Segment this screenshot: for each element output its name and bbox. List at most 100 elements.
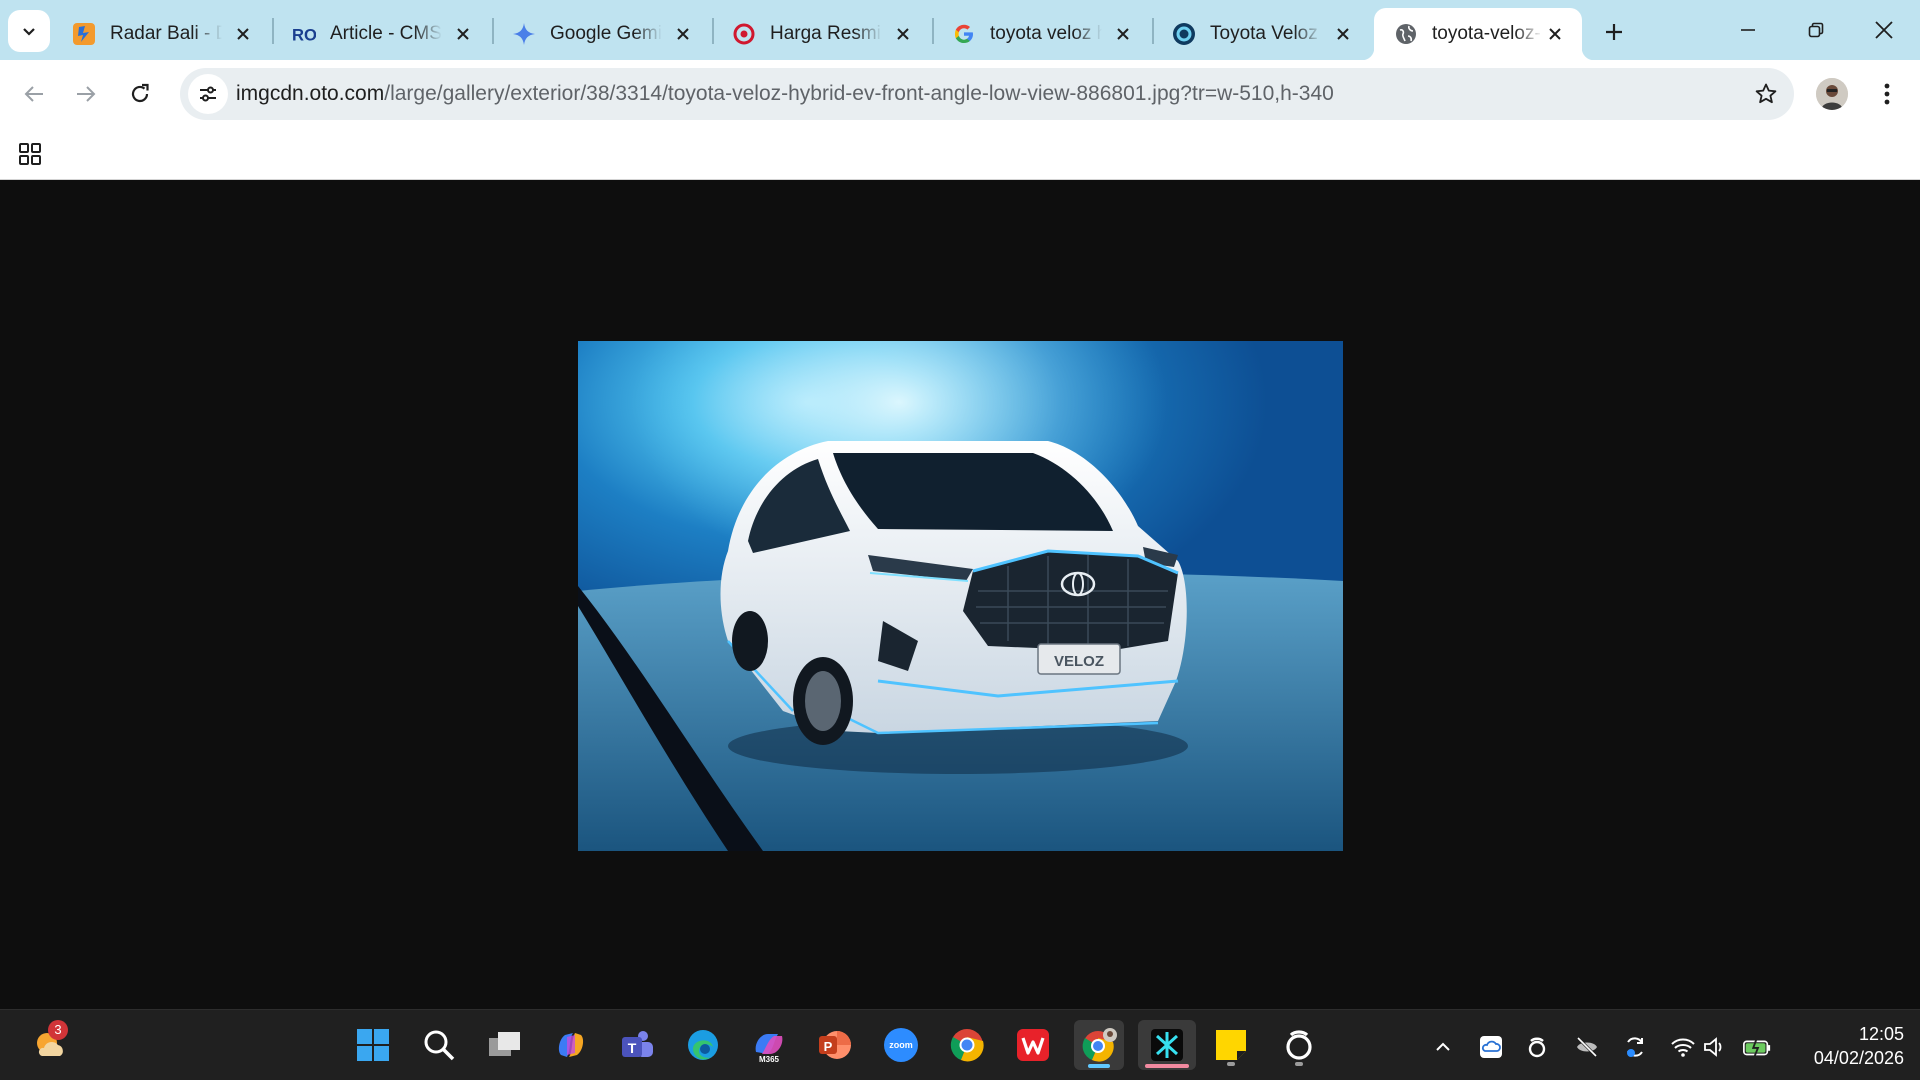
browser-toolbar: imgcdn.oto.com/large/gallery/exterior/38… <box>0 60 1920 128</box>
sync-icon <box>1627 1037 1643 1057</box>
tab-title: toyota veloz h <box>990 23 1102 44</box>
zoom-button[interactable]: zoom <box>878 1022 924 1068</box>
arrow-right-icon <box>77 86 96 102</box>
tab-title: Article - CMS R <box>330 23 442 44</box>
battery-charging-icon <box>1743 1037 1771 1058</box>
teams-icon: T <box>622 1031 653 1057</box>
edge-button[interactable] <box>680 1022 726 1068</box>
tab-title: Harga Resmi V <box>770 23 882 44</box>
sync-tray[interactable] <box>1620 1032 1650 1062</box>
svg-text:T: T <box>628 1040 637 1056</box>
copilot-tray[interactable] <box>1522 1032 1552 1062</box>
close-icon[interactable] <box>670 21 696 47</box>
minimize-button[interactable] <box>1718 6 1778 54</box>
search-icon <box>424 1030 455 1061</box>
teams-button[interactable]: T <box>614 1022 660 1068</box>
m365-button[interactable]: M365 <box>746 1022 792 1068</box>
car-photo[interactable]: VELOZ <box>578 341 1343 851</box>
profile-avatar[interactable] <box>1816 78 1848 110</box>
close-window-button[interactable] <box>1854 6 1914 54</box>
volume-tray[interactable] <box>1700 1032 1730 1062</box>
google-icon <box>952 22 976 46</box>
toyota-veloz-illustration: VELOZ <box>578 341 1343 851</box>
copilot-button[interactable] <box>548 1022 594 1068</box>
back-button[interactable] <box>14 74 54 114</box>
system-clock[interactable]: 12:05 04/02/2026 <box>1784 1022 1904 1070</box>
notification-badge: 3 <box>48 1020 68 1040</box>
close-icon[interactable] <box>890 21 916 47</box>
wifi-icon <box>1671 1038 1695 1057</box>
tab-title: toyota-veloz-h <box>1432 23 1543 44</box>
search-button[interactable] <box>416 1022 462 1068</box>
visibility-tray[interactable] <box>1572 1032 1602 1062</box>
close-icon <box>1875 21 1893 39</box>
close-icon[interactable] <box>1542 21 1568 47</box>
active-indicator <box>1088 1064 1110 1068</box>
forward-button[interactable] <box>66 74 106 114</box>
radar-bali-icon <box>72 22 96 46</box>
tab-strip: Radar Bali - Da RO Article - CMS R Googl… <box>0 0 1920 60</box>
browser-menu-button[interactable] <box>1872 74 1902 114</box>
start-button[interactable] <box>350 1022 396 1068</box>
weather-widget[interactable]: 3 <box>26 1020 72 1068</box>
tab-harga-resmi[interactable]: Harga Resmi V <box>712 8 930 60</box>
tab-radar-bali[interactable]: Radar Bali - Da <box>52 8 270 60</box>
address-bar[interactable]: imgcdn.oto.com/large/gallery/exterior/38… <box>180 68 1794 120</box>
task-view-button[interactable] <box>482 1022 528 1068</box>
copilot-tray-icon <box>1528 1037 1546 1058</box>
tab-google-gemini[interactable]: Google Gemini <box>492 8 710 60</box>
copilot-app-button[interactable] <box>1276 1022 1322 1068</box>
powerpoint-button[interactable]: P <box>812 1022 858 1068</box>
new-tab-button[interactable] <box>1596 14 1632 50</box>
plate-text: VELOZ <box>1054 653 1104 670</box>
powerpoint-icon: P <box>819 1031 851 1059</box>
tab-title: Toyota Veloz H <box>1210 23 1322 44</box>
chrome-button[interactable] <box>944 1022 990 1068</box>
tab-search-button[interactable] <box>8 10 50 52</box>
wifi-tray[interactable] <box>1668 1032 1698 1062</box>
chrome-icon <box>950 1029 984 1062</box>
tab-toyota-veloz-image[interactable]: toyota-veloz-h <box>1362 8 1594 60</box>
minimize-icon <box>1741 29 1755 31</box>
gemini-icon <box>512 22 536 46</box>
reload-button[interactable] <box>120 74 160 114</box>
onedrive-tray[interactable] <box>1476 1032 1506 1062</box>
zoom-label: zoom <box>889 1040 913 1050</box>
apps-button[interactable] <box>14 138 46 170</box>
oto-icon <box>1172 22 1196 46</box>
capcut-button[interactable] <box>1138 1020 1196 1070</box>
tab-google-search[interactable]: toyota veloz h <box>932 8 1150 60</box>
tab-title: Google Gemini <box>550 23 662 44</box>
tab-toyota-veloz[interactable]: Toyota Veloz H <box>1152 8 1370 60</box>
svg-text:P: P <box>824 1039 833 1054</box>
bookmark-star-button[interactable] <box>1752 80 1780 108</box>
clock-time: 12:05 <box>1858 1024 1904 1044</box>
chrome-profile-button[interactable] <box>1074 1020 1124 1070</box>
bookmarks-bar <box>0 128 1920 180</box>
reload-icon <box>131 83 149 103</box>
arrow-left-icon <box>24 86 43 102</box>
close-icon[interactable] <box>1330 21 1356 47</box>
apps-grid-icon <box>19 143 41 165</box>
close-icon[interactable] <box>450 21 476 47</box>
zoom-icon: zoom <box>884 1028 918 1062</box>
close-icon[interactable] <box>230 21 256 47</box>
tab-article-cms[interactable]: RO Article - CMS R <box>272 8 490 60</box>
wps-button[interactable] <box>1010 1022 1056 1068</box>
running-indicator <box>1227 1062 1235 1066</box>
url-host: imgcdn.oto.com <box>236 82 385 105</box>
capcut-icon <box>1151 1029 1183 1061</box>
task-view-icon <box>489 1032 520 1056</box>
chevron-down-icon <box>23 28 35 36</box>
windows-logo-icon <box>357 1029 389 1061</box>
battery-tray[interactable] <box>1742 1032 1772 1062</box>
sticky-notes-button[interactable] <box>1208 1022 1254 1068</box>
close-icon[interactable] <box>1110 21 1136 47</box>
show-hidden-icons-button[interactable] <box>1428 1032 1458 1062</box>
url-text[interactable]: imgcdn.oto.com/large/gallery/exterior/38… <box>236 82 1334 106</box>
edge-icon <box>688 1030 718 1060</box>
restore-button[interactable] <box>1786 6 1846 54</box>
running-indicator <box>1295 1062 1303 1066</box>
eye-off-icon <box>1576 1036 1598 1058</box>
site-info-button[interactable] <box>188 74 228 114</box>
